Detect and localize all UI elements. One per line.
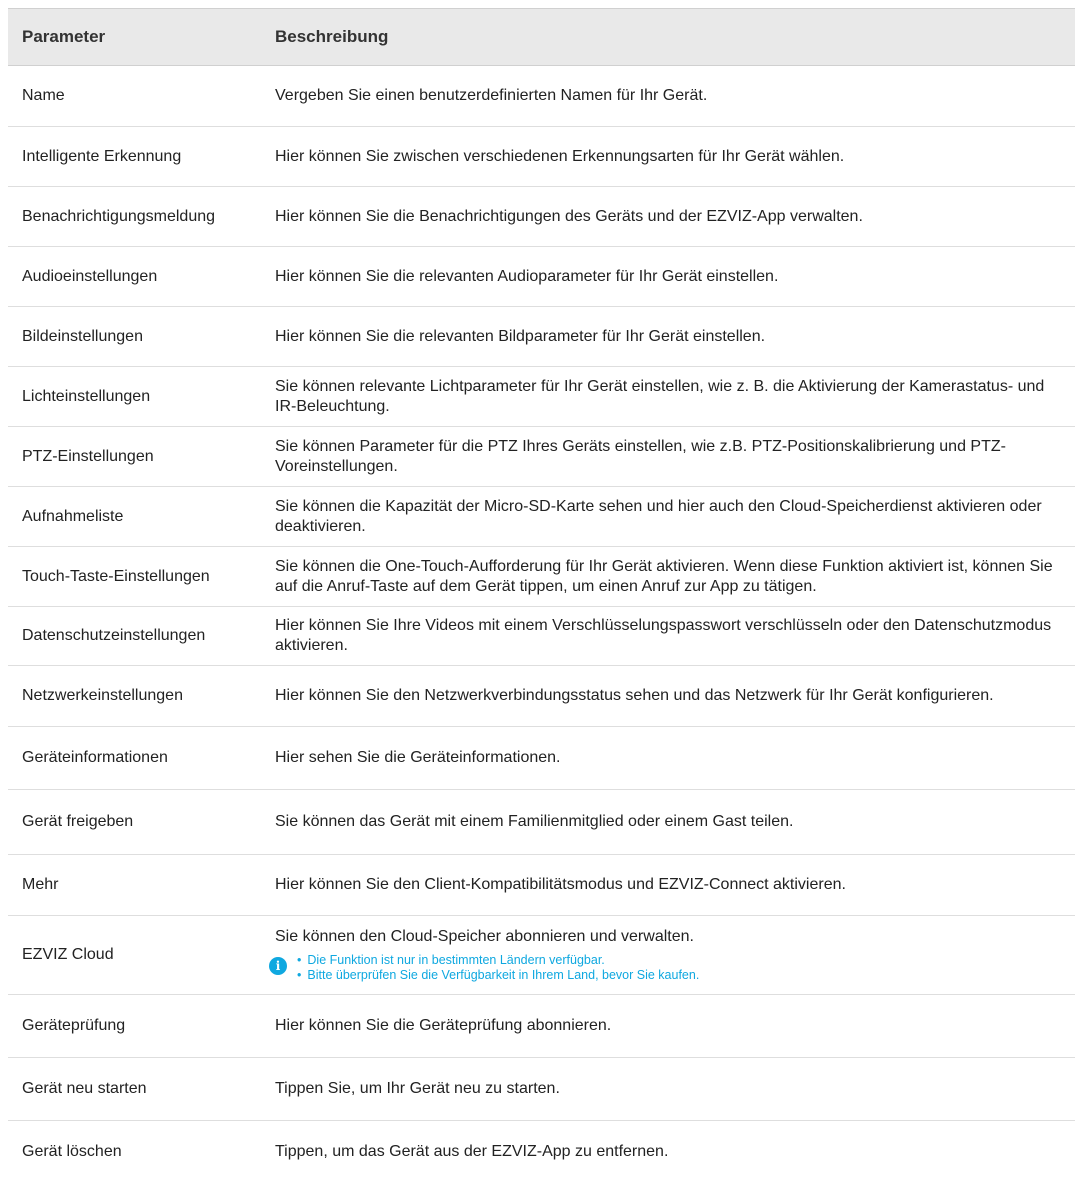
table-header: Parameter Beschreibung xyxy=(8,8,1075,66)
row-parameter: Datenschutzeinstellungen xyxy=(22,627,206,644)
row-parameter: Intelligente Erkennung xyxy=(22,147,182,165)
row-description: Hier können Sie die Benachrichtigungen d… xyxy=(275,207,863,225)
row-description: Hier können Sie zwischen verschiedenen E… xyxy=(275,147,845,165)
row-description: Tippen, um das Gerät aus der EZVIZ-App z… xyxy=(275,1143,669,1160)
table-row: Lichteinstellungen Sie können relevante … xyxy=(8,367,1075,427)
header-beschreibung: Beschreibung xyxy=(275,27,389,46)
table-row: Benachrichtigungsmeldung Hier können Sie… xyxy=(8,187,1075,247)
table-row: Bildeinstellungen Hier können Sie die re… xyxy=(8,307,1075,367)
row-description: Vergeben Sie einen benutzerdefinierten N… xyxy=(275,87,708,104)
table-row: Mehr Hier können Sie den Client-Kompatib… xyxy=(8,855,1075,916)
table-row: Geräteinformationen Hier sehen Sie die G… xyxy=(8,727,1075,790)
row-description: Hier können Sie Ihre Videos mit einem Ve… xyxy=(275,617,1052,654)
table-row: Datenschutzeinstellungen Hier können Sie… xyxy=(8,607,1075,666)
table-row: Geräteprüfung Hier können Sie die Geräte… xyxy=(8,995,1075,1058)
table-row: Touch-Taste-Einstellungen Sie können die… xyxy=(8,547,1075,607)
table-row: Netzwerkeinstellungen Hier können Sie de… xyxy=(8,666,1075,727)
row-parameter: PTZ-Einstellungen xyxy=(22,447,154,465)
info-note: i Die Funktion ist nur in bestimmten Län… xyxy=(269,953,1069,983)
row-parameter: Audioeinstellungen xyxy=(22,267,158,285)
row-parameter: Benachrichtigungsmeldung xyxy=(22,207,216,225)
row-description: Sie können das Gerät mit einem Familienm… xyxy=(275,813,794,830)
row-description-cell: Sie können den Cloud-Speicher abonnieren… xyxy=(269,927,1075,983)
table-row: Aufnahmeliste Sie können die Kapazität d… xyxy=(8,487,1075,547)
table-row: Gerät freigeben Sie können das Gerät mit… xyxy=(8,790,1075,855)
row-description: Hier können Sie die relevanten Bildparam… xyxy=(275,327,766,345)
parameter-table: Parameter Beschreibung Name Vergeben Sie… xyxy=(8,8,1075,1183)
info-icon: i xyxy=(269,957,287,975)
table-row: Gerät löschen Tippen, um das Gerät aus d… xyxy=(8,1121,1075,1183)
row-description: Hier können Sie die relevanten Audiopara… xyxy=(275,267,779,285)
row-description: Tippen Sie, um Ihr Gerät neu zu starten. xyxy=(275,1080,560,1097)
table-row: Intelligente Erkennung Hier können Sie z… xyxy=(8,127,1075,187)
row-parameter: Gerät neu starten xyxy=(22,1080,147,1097)
table-row: Gerät neu starten Tippen Sie, um Ihr Ger… xyxy=(8,1058,1075,1121)
note-item: Die Funktion ist nur in bestimmten Lände… xyxy=(297,953,699,968)
row-description: Sie können die Kapazität der Micro-SD-Ka… xyxy=(275,497,1042,535)
row-parameter: EZVIZ Cloud xyxy=(22,946,114,963)
header-parameter: Parameter xyxy=(22,27,106,46)
row-parameter: Lichteinstellungen xyxy=(22,387,151,405)
row-parameter: Mehr xyxy=(22,876,59,893)
table-row: PTZ-Einstellungen Sie können Parameter f… xyxy=(8,427,1075,487)
note-list: Die Funktion ist nur in bestimmten Lände… xyxy=(297,953,699,983)
row-description: Hier können Sie den Netzwerkverbindungss… xyxy=(275,687,994,704)
row-parameter: Name xyxy=(22,87,65,104)
row-parameter: Gerät freigeben xyxy=(22,813,134,830)
table-row: Audioeinstellungen Hier können Sie die r… xyxy=(8,247,1075,307)
table-row: EZVIZ Cloud Sie können den Cloud-Speiche… xyxy=(8,916,1075,995)
row-parameter: Bildeinstellungen xyxy=(22,327,143,345)
table-row: Name Vergeben Sie einen benutzerdefinier… xyxy=(8,66,1075,127)
row-parameter: Touch-Taste-Einstellungen xyxy=(22,567,210,585)
row-parameter: Netzwerkeinstellungen xyxy=(22,687,183,704)
row-description: Hier können Sie den Client-Kompatibilitä… xyxy=(275,876,846,893)
row-parameter: Aufnahmeliste xyxy=(22,507,124,525)
row-description: Hier können Sie die Geräteprüfung abonni… xyxy=(275,1017,612,1034)
row-parameter: Gerät löschen xyxy=(22,1143,122,1160)
row-description: Sie können Parameter für die PTZ Ihres G… xyxy=(275,437,1006,475)
row-description: Hier sehen Sie die Geräteinformationen. xyxy=(275,749,561,766)
row-parameter: Geräteprüfung xyxy=(22,1017,126,1034)
row-description: Sie können relevante Lichtparameter für … xyxy=(275,377,1045,415)
note-item: Bitte überprüfen Sie die Verfügbarkeit i… xyxy=(297,968,699,983)
row-parameter: Geräteinformationen xyxy=(22,749,168,766)
row-description: Sie können die One-Touch-Aufforderung fü… xyxy=(275,557,1053,595)
row-description: Sie können den Cloud-Speicher abonnieren… xyxy=(275,928,694,945)
